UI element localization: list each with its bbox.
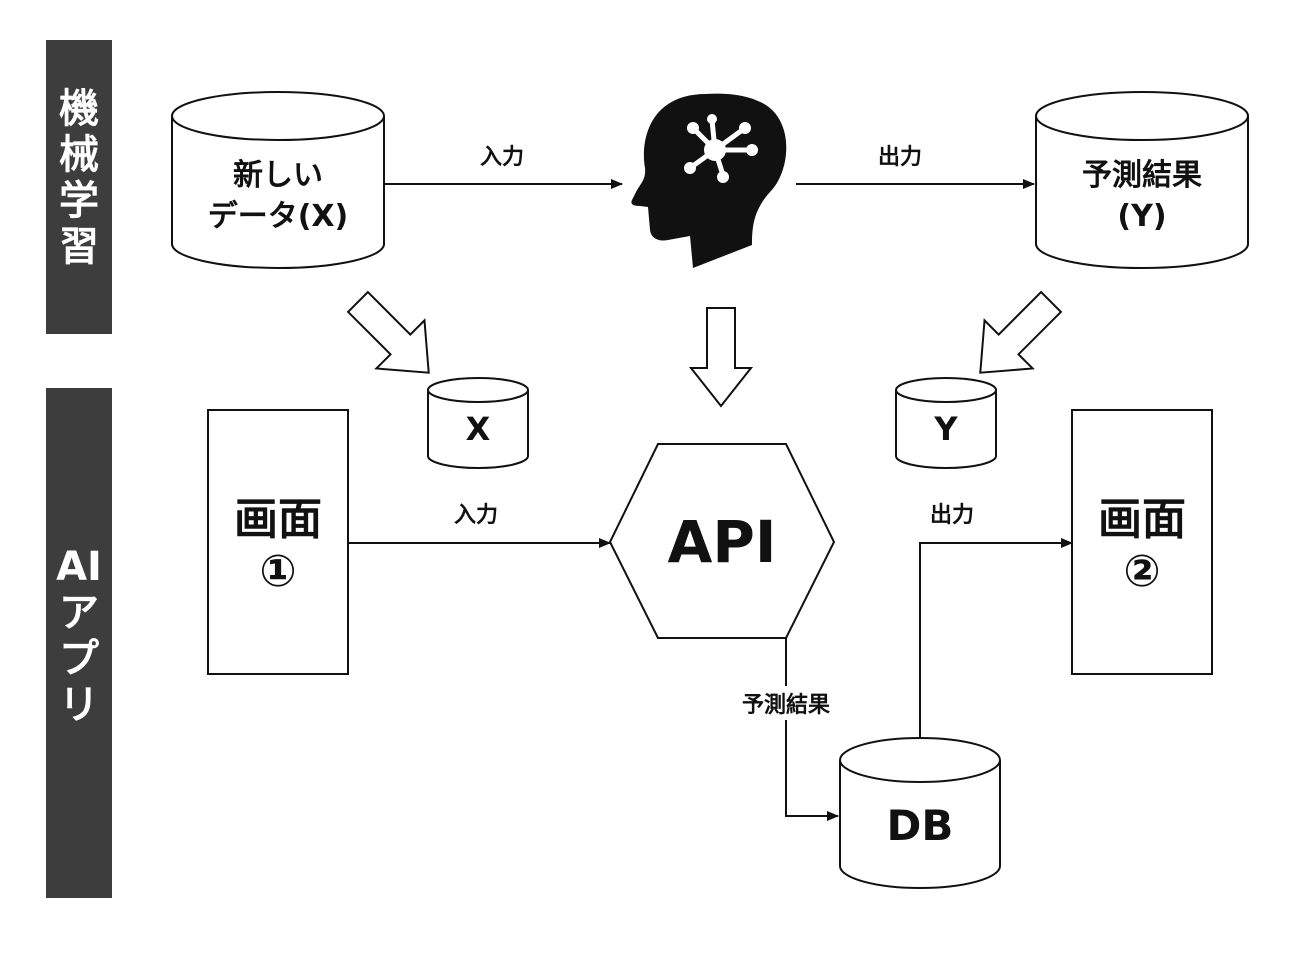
brain-network-icon bbox=[631, 93, 787, 268]
screen-2-edge-label: 出力 bbox=[930, 503, 974, 528]
x-database: X bbox=[427, 377, 529, 469]
output-edge-label: 出力 bbox=[878, 145, 922, 170]
y-database: Y bbox=[895, 377, 997, 469]
db-label: DB bbox=[887, 801, 954, 850]
db-database: DB bbox=[839, 737, 1001, 889]
api-to-db-arrow bbox=[785, 638, 839, 821]
screen-2-label-line1: 画面 bbox=[1098, 494, 1186, 545]
screen-1-label-line1: 画面 bbox=[234, 494, 322, 545]
prediction-result-database: 予測結果 (Y) bbox=[1035, 91, 1249, 269]
screen-2-box: 画面 ② bbox=[1071, 409, 1213, 675]
x-database-label: X bbox=[466, 410, 491, 448]
input-data-database: 新しい データ(X) bbox=[171, 91, 385, 269]
screen-2-label-line2: ② bbox=[1123, 546, 1160, 597]
hollow-arrow-down bbox=[688, 307, 754, 408]
y-database-label: Y bbox=[933, 410, 958, 448]
input-data-label-line1: 新しい bbox=[233, 158, 323, 193]
screen-1-box: 画面 ① bbox=[207, 409, 349, 675]
input-data-label-line2: データ(X) bbox=[208, 199, 349, 234]
db-to-screen-2-arrow bbox=[919, 538, 1073, 738]
api-hexagon: API bbox=[608, 443, 836, 639]
db-edge-label: 予測結果 bbox=[742, 692, 830, 718]
hollow-arrow-down-left bbox=[979, 290, 1063, 374]
prediction-result-label-line2: (Y) bbox=[1117, 199, 1166, 234]
screen-1-edge-label: 入力 bbox=[454, 503, 498, 528]
input-edge-label: 入力 bbox=[480, 145, 524, 170]
prediction-result-label-line1: 予測結果 bbox=[1082, 158, 1202, 193]
hollow-arrow-down-right bbox=[346, 290, 430, 374]
api-label: API bbox=[668, 508, 777, 576]
diagram-canvas: 新しい データ(X) 入力 出力 予測結果 (Y) X Y 画面 ① 入力 AP… bbox=[171, 91, 1249, 889]
screen-1-label-line2: ① bbox=[259, 546, 296, 597]
